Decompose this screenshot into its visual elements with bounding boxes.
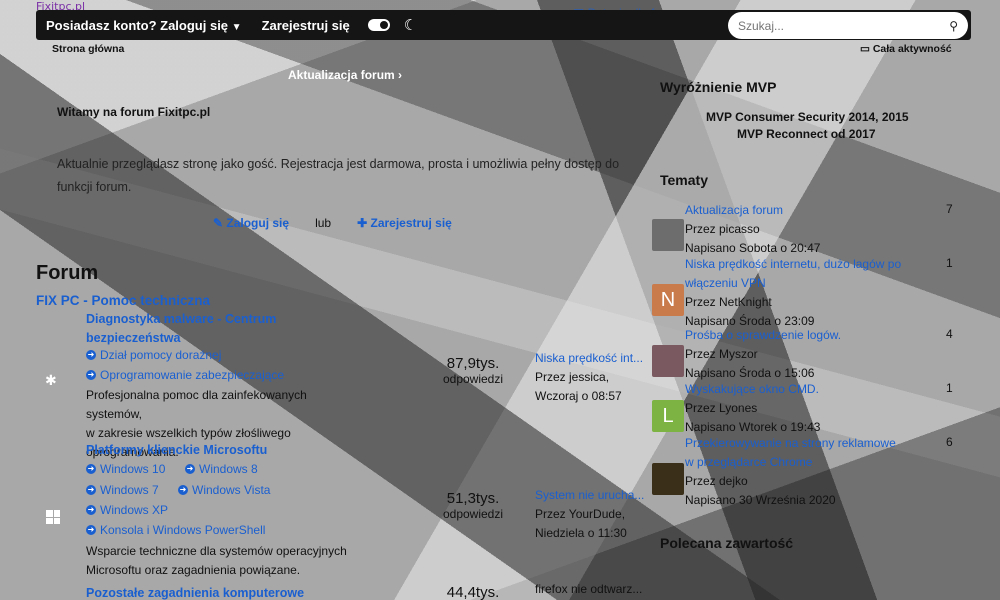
search-input[interactable]	[738, 18, 950, 33]
forum-description: Wsparcie techniczne dla systemów operacy…	[86, 544, 347, 577]
arrow-circle-icon: ➜	[86, 505, 96, 515]
bug-icon: ✱	[45, 373, 57, 389]
all-activity-link[interactable]: ▭ Cała aktywność	[860, 43, 952, 55]
register-link[interactable]: Zarejestruj się	[262, 18, 350, 33]
avatar[interactable]	[652, 219, 684, 251]
topic-item: Przekierowywanie na strony reklamowe w p…	[685, 434, 905, 510]
activity-icon: ▭	[860, 43, 873, 55]
last-post-link[interactable]: Niska prędkość int...	[535, 349, 645, 368]
arrow-circle-icon: ➜	[86, 525, 96, 535]
arrow-circle-icon: ➜	[86, 485, 96, 495]
topic-reply-count: 4	[946, 327, 953, 341]
subforum-link[interactable]: ➜ Oprogramowanie zabezpieczające	[86, 368, 284, 382]
chevron-right-icon: ›	[394, 68, 403, 82]
avatar[interactable]	[652, 345, 684, 377]
arrow-circle-icon: ➜	[86, 350, 96, 360]
topic-link[interactable]: Wyskakujące okno CMD.	[685, 380, 905, 399]
forum-title-other[interactable]: Pozostałe zagadnienia komputerowe	[86, 586, 304, 600]
post-count: 44,4tys.	[446, 584, 500, 600]
avatar[interactable]: N	[652, 284, 684, 316]
topic-link[interactable]: Aktualizacja forum	[685, 201, 905, 220]
mvp-line: MVP Consumer Security 2014, 2015	[706, 110, 909, 124]
theme-toggle[interactable]	[367, 19, 390, 31]
forum-update-link[interactable]: Aktualizacja forum ›	[288, 68, 402, 82]
breadcrumb-home[interactable]: Strona główna	[52, 43, 124, 55]
caret-down-icon: ▼	[231, 21, 242, 33]
forum-heading: Forum	[36, 262, 99, 284]
subforum-link[interactable]: ➜ Windows 10	[86, 462, 165, 476]
topic-reply-count: 7	[946, 202, 953, 216]
post-count: 87,9tys. odpowiedzi	[442, 355, 504, 386]
topic-reply-count: 6	[946, 435, 953, 449]
topics-heading: Tematy	[660, 172, 708, 188]
last-post: Niska prędkość int... Przez jessica, Wcz…	[535, 349, 645, 403]
topic-link[interactable]: Niska prędkość internetu, dużo lagów po …	[685, 255, 905, 293]
subforum-link[interactable]: ➜ Windows XP	[86, 503, 168, 517]
welcome-actions: ✎ Zaloguj się lub ✚ Zarejestruj się	[213, 216, 452, 230]
last-post: System nie urucha... Przez YourDude, Nie…	[535, 486, 645, 540]
mvp-line: MVP Reconnect od 2017	[737, 127, 876, 141]
sign-in-dropdown[interactable]: Posiadasz konto? Zaloguj się ▼	[46, 18, 242, 33]
subforum-link[interactable]: ➜ Windows Vista	[178, 483, 270, 497]
topic-item: Prośba o sprawdzenie logów. Przez Myszor…	[685, 326, 905, 383]
topic-item: Wyskakujące okno CMD. Przez Lyones Napis…	[685, 380, 905, 437]
arrow-circle-icon: ➜	[185, 464, 195, 474]
toggle-knob	[379, 21, 388, 29]
arrow-circle-icon: ➜	[86, 464, 96, 474]
arrow-circle-icon: ➜	[86, 370, 96, 380]
welcome-title: Witamy na forum Fixitpc.pl	[57, 105, 211, 119]
subforum-link[interactable]: ➜ Konsola i Windows PowerShell	[86, 523, 265, 537]
topic-link[interactable]: Przekierowywanie na strony reklamowe w p…	[685, 434, 905, 472]
mvp-heading: Wyróżnienie MVP	[660, 79, 777, 95]
category-link[interactable]: FIX PC - Pomoc techniczna	[36, 293, 210, 308]
forum-title-malware[interactable]: Diagnostyka malware - Centrum bezpieczeń…	[86, 310, 276, 348]
subforum-link[interactable]: ➜ Windows 7	[86, 483, 159, 497]
topic-item: Aktualizacja forum Przez picasso Napisan…	[685, 201, 905, 258]
search-box: ⚲	[728, 12, 968, 39]
windows-icon	[46, 510, 60, 524]
key-icon: ✎	[213, 216, 227, 230]
plus-icon: ✚	[357, 216, 371, 230]
topic-link[interactable]: Prośba o sprawdzenie logów.	[685, 326, 905, 345]
subforum-link[interactable]: ➜ Dział pomocy doraźnej	[86, 348, 221, 362]
search-icon[interactable]: ⚲	[949, 19, 958, 33]
moon-icon[interactable]: ☾	[404, 16, 417, 34]
forum-title-windows[interactable]: Platformy klienckie Microsoftu	[86, 443, 267, 457]
subforum-link[interactable]: ➜ Windows 8	[185, 462, 258, 476]
welcome-text: Aktualnie przeglądasz stronę jako gość. …	[57, 157, 620, 194]
register-button[interactable]: ✚ Zarejestruj się	[357, 216, 452, 230]
login-button[interactable]: ✎ Zaloguj się	[213, 216, 289, 230]
avatar[interactable]	[652, 463, 684, 495]
topic-reply-count: 1	[946, 381, 953, 395]
topic-reply-count: 1	[946, 256, 953, 270]
topic-item: Niska prędkość internetu, dużo lagów po …	[685, 255, 905, 331]
or-label: lub	[315, 216, 332, 230]
featured-heading: Polecana zawartość	[660, 535, 794, 551]
post-count: 51,3tys. odpowiedzi	[442, 490, 504, 521]
last-post-link[interactable]: firefox nie odtwarz...	[535, 580, 645, 599]
last-post-link[interactable]: System nie urucha...	[535, 486, 645, 505]
arrow-circle-icon: ➜	[178, 485, 188, 495]
avatar[interactable]: L	[652, 400, 684, 432]
